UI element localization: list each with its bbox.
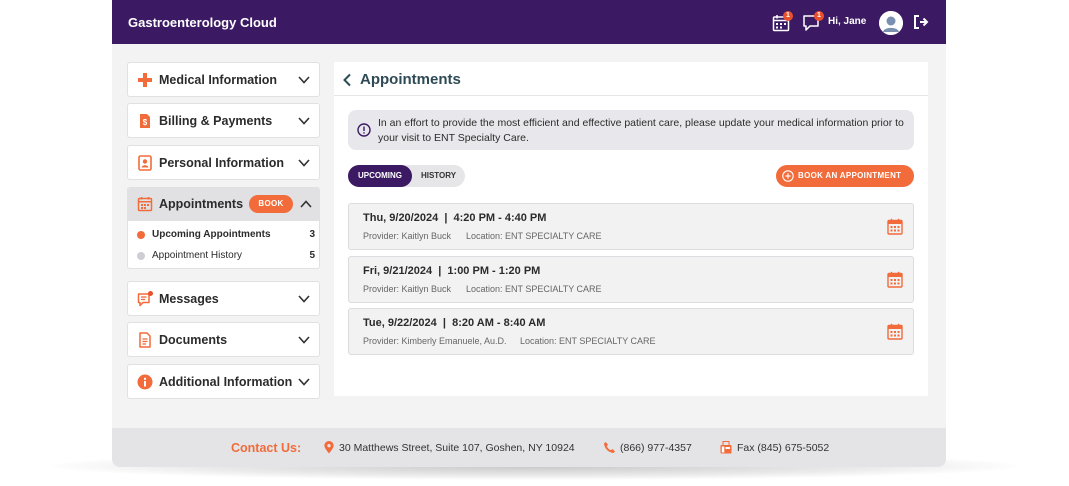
sidebar-item-medical-information[interactable]: Medical Information	[127, 62, 320, 97]
chevron-down-icon	[298, 159, 310, 167]
chevron-down-icon	[298, 76, 310, 84]
active-dot	[137, 231, 145, 239]
calendar-notification-button[interactable]: 1	[772, 11, 793, 32]
top-bar: Gastroenterology Cloud 1 1 Hi, Jane	[112, 0, 946, 44]
inactive-dot	[137, 252, 145, 260]
book-appointment-label: BOOK AN APPOINTMENT	[798, 171, 902, 180]
medical-cross-icon	[138, 73, 152, 87]
appointment-location: Location: ENT SPECIALTY CARE	[520, 336, 656, 346]
calendar-badge: 1	[783, 11, 793, 21]
logout-icon[interactable]	[912, 13, 930, 31]
subitem-count: 5	[309, 250, 315, 261]
user-avatar-icon	[879, 11, 903, 35]
sidebar-item-label: Messages	[159, 292, 219, 306]
appointment-card[interactable]: Fri, 9/21/2024 | 1:00 PM - 1:20 PM Provi…	[348, 256, 914, 303]
add-to-calendar-icon[interactable]	[887, 323, 903, 340]
book-appointment-button[interactable]: BOOK AN APPOINTMENT	[776, 165, 914, 187]
appointment-provider: Provider: Kimberly Emanuele, Au.D.	[363, 336, 507, 346]
fax-icon	[720, 441, 732, 454]
sidebar-item-label: Additional Information	[159, 375, 293, 389]
notice-text: In an effort to provide the most efficie…	[378, 117, 904, 144]
avatar[interactable]	[879, 11, 903, 35]
phone-icon	[604, 442, 615, 453]
sidebar-appointments-panel: Appointments BOOK Upcoming Appointments …	[127, 187, 320, 269]
chevron-down-icon	[298, 378, 310, 386]
location-pin-icon	[324, 441, 334, 454]
page-title: Appointments	[360, 71, 461, 88]
sidebar-item-appointments[interactable]: Appointments BOOK	[128, 188, 319, 221]
subitem-label: Appointment History	[152, 250, 243, 261]
sidebar-subitem-upcoming-appointments[interactable]: Upcoming Appointments 3	[128, 225, 319, 245]
subitem-count: 3	[309, 229, 315, 240]
alert-circle-icon	[357, 123, 371, 137]
back-chevron-icon[interactable]	[342, 73, 352, 87]
sidebar-item-label: Appointments	[159, 197, 244, 211]
appointment-provider: Provider: Kaitlyn Buck	[363, 231, 452, 241]
chevron-down-icon	[298, 295, 310, 303]
sidebar-item-billing-payments[interactable]: $ Billing & Payments	[127, 103, 320, 138]
appointment-card[interactable]: Thu, 9/20/2024 | 4:20 PM - 4:40 PM Provi…	[348, 203, 914, 250]
user-greeting: Hi, Jane	[828, 16, 867, 27]
messages-badge: 1	[814, 11, 824, 21]
add-to-calendar-icon[interactable]	[887, 218, 903, 235]
appointment-datetime: Fri, 9/21/2024 | 1:00 PM - 1:20 PM	[363, 265, 541, 277]
appointment-tabs: UPCOMING HISTORY	[348, 165, 465, 187]
appointments-panel: Appointments In an effort to provide the…	[334, 62, 928, 396]
tab-history[interactable]: HISTORY	[412, 165, 465, 187]
appointment-datetime: Tue, 9/22/2024 | 8:20 AM - 8:40 AM	[363, 317, 546, 329]
subitem-label: Upcoming Appointments	[152, 229, 271, 240]
chevron-down-icon	[298, 117, 310, 125]
sidebar-item-label: Personal Information	[159, 156, 285, 170]
messages-notification-button[interactable]: 1	[802, 11, 824, 32]
calendar-icon	[137, 197, 153, 212]
chevron-down-icon	[298, 336, 310, 344]
appointment-provider: Provider: Kaitlyn Buck	[363, 284, 452, 294]
sidebar-item-label: Medical Information	[159, 73, 278, 87]
sidebar-item-label: Documents	[159, 333, 228, 347]
app-title: Gastroenterology Cloud	[128, 15, 277, 30]
message-icon	[137, 291, 153, 307]
add-to-calendar-icon[interactable]	[887, 271, 903, 288]
invoice-icon: $	[140, 114, 150, 128]
info-icon	[137, 374, 153, 390]
chevron-up-icon	[300, 200, 312, 208]
footer: Contact Us: 30 Matthews Street, Suite 10…	[112, 428, 946, 467]
title-divider	[334, 95, 928, 96]
sidebar-item-personal-information[interactable]: Personal Information	[127, 145, 320, 180]
document-icon	[139, 332, 151, 348]
sidebar-subitem-appointment-history[interactable]: Appointment History 5	[128, 246, 319, 266]
id-card-icon	[138, 155, 152, 171]
footer-phone: (866) 977-4357	[620, 442, 692, 454]
sidebar-item-additional-information[interactable]: Additional Information	[127, 364, 320, 399]
plus-circle-icon	[782, 170, 794, 182]
sidebar-item-label: Billing & Payments	[159, 114, 273, 128]
appointment-card[interactable]: Tue, 9/22/2024 | 8:20 AM - 8:40 AM Provi…	[348, 308, 914, 355]
footer-fax: Fax (845) 675-5052	[737, 442, 830, 454]
appointment-datetime: Thu, 9/20/2024 | 4:20 PM - 4:40 PM	[363, 212, 547, 224]
appointment-location: Location: ENT SPECIALTY CARE	[466, 231, 602, 241]
sidebar-item-messages[interactable]: Messages	[127, 281, 320, 316]
app-window: Gastroenterology Cloud 1 1 Hi, Jane Medi…	[112, 0, 946, 467]
info-notice: In an effort to provide the most efficie…	[348, 110, 914, 150]
contact-label: Contact Us:	[231, 441, 302, 455]
sidebar-book-button[interactable]: BOOK	[249, 195, 293, 213]
appointment-location: Location: ENT SPECIALTY CARE	[466, 284, 602, 294]
tab-upcoming[interactable]: UPCOMING	[348, 165, 412, 187]
svg-text:$: $	[143, 118, 148, 127]
footer-address: 30 Matthews Street, Suite 107, Goshen, N…	[339, 442, 575, 454]
sidebar-item-documents[interactable]: Documents	[127, 322, 320, 357]
